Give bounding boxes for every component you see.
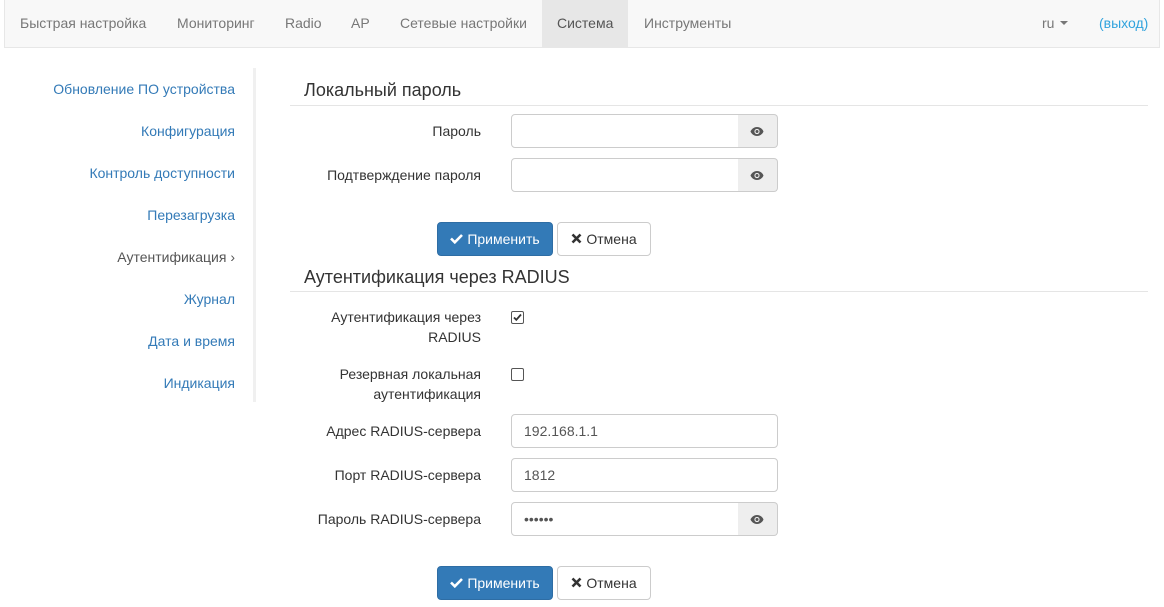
sidebar-item-configuration[interactable]: Конфигурация bbox=[141, 121, 235, 141]
section-divider bbox=[290, 105, 1148, 106]
radius-secret-show-toggle[interactable] bbox=[738, 502, 778, 536]
password-input[interactable] bbox=[511, 114, 739, 148]
local-password-title: Локальный пароль bbox=[304, 80, 462, 100]
radius-cancel-button[interactable]: Отмена bbox=[557, 566, 651, 600]
nav-network-settings[interactable]: Сетевые настройки bbox=[385, 0, 542, 47]
cancel-label: Отмена bbox=[586, 231, 637, 247]
sidebar-item-firmware-update[interactable]: Обновление ПО устройства bbox=[53, 79, 235, 99]
check-icon bbox=[450, 234, 464, 245]
password-label: Пароль bbox=[432, 123, 481, 139]
top-navbar: Быстрая настройка Мониторинг Radio AP Се… bbox=[4, 0, 1160, 48]
fallback-label-line1: Резервная локальная bbox=[339, 366, 481, 382]
close-icon bbox=[571, 577, 582, 588]
check-icon bbox=[450, 578, 464, 589]
radius-enable-label: Аутентификация через RADIUS bbox=[291, 307, 481, 347]
eye-icon bbox=[750, 171, 764, 180]
confirm-password-label: Подтверждение пароля bbox=[327, 167, 481, 183]
radius-server-label: Адрес RADIUS-сервера bbox=[326, 423, 481, 439]
sidebar-item-authentication[interactable]: Аутентификация › bbox=[117, 247, 235, 267]
apply-label: Применить bbox=[467, 231, 540, 247]
section-divider bbox=[290, 291, 1148, 292]
language-label: ru bbox=[1042, 15, 1055, 31]
sidebar-item-availability-control[interactable]: Контроль доступности bbox=[89, 163, 235, 183]
radius-enable-label-line2: RADIUS bbox=[428, 329, 481, 345]
radius-title: Аутентификация через RADIUS bbox=[304, 267, 570, 287]
fallback-local-auth-checkbox[interactable] bbox=[511, 368, 524, 381]
sidebar-item-log[interactable]: Журнал bbox=[184, 289, 235, 309]
radius-port-label: Порт RADIUS-сервера bbox=[334, 467, 481, 483]
eye-icon bbox=[750, 515, 764, 524]
nav-quick-setup[interactable]: Быстрая настройка bbox=[5, 0, 161, 47]
eye-icon bbox=[750, 127, 764, 136]
local-password-cancel-button[interactable]: Отмена bbox=[557, 222, 651, 256]
cancel-label: Отмена bbox=[586, 575, 637, 591]
local-password-apply-button[interactable]: Применить bbox=[437, 222, 553, 256]
confirm-password-show-toggle[interactable] bbox=[738, 158, 778, 192]
nav-ap[interactable]: AP bbox=[336, 0, 385, 47]
sidebar-item-reboot[interactable]: Перезагрузка bbox=[147, 205, 235, 225]
fallback-label-line2: аутентификация bbox=[373, 386, 481, 402]
radius-secret-input[interactable] bbox=[511, 502, 739, 536]
nav-monitoring[interactable]: Мониторинг bbox=[162, 0, 270, 47]
sidebar-item-date-time[interactable]: Дата и время bbox=[148, 331, 235, 351]
nav-radio[interactable]: Radio bbox=[270, 0, 337, 47]
radius-port-input[interactable] bbox=[511, 458, 778, 492]
sidebar: Обновление ПО устройства Конфигурация Ко… bbox=[4, 68, 256, 402]
nav-system[interactable]: Система bbox=[542, 0, 629, 47]
sidebar-item-indication[interactable]: Индикация bbox=[164, 373, 235, 393]
caret-down-icon bbox=[1060, 21, 1069, 26]
fallback-local-auth-label: Резервная локальная аутентификация bbox=[291, 364, 481, 404]
radius-enable-checkbox[interactable] bbox=[511, 311, 524, 324]
nav-tools[interactable]: Инструменты bbox=[629, 0, 746, 47]
close-icon bbox=[571, 233, 582, 244]
confirm-password-input[interactable] bbox=[511, 158, 739, 192]
radius-enable-label-line1: Аутентификация через bbox=[331, 309, 481, 325]
apply-label: Применить bbox=[467, 575, 540, 591]
password-show-toggle[interactable] bbox=[738, 114, 778, 148]
radius-server-input[interactable] bbox=[511, 414, 778, 448]
radius-apply-button[interactable]: Применить bbox=[437, 566, 553, 600]
logout-link[interactable]: (выход) bbox=[1087, 0, 1160, 47]
language-dropdown[interactable]: ru bbox=[1027, 0, 1083, 47]
check-icon bbox=[513, 313, 522, 322]
radius-secret-label: Пароль RADIUS-сервера bbox=[317, 511, 481, 527]
